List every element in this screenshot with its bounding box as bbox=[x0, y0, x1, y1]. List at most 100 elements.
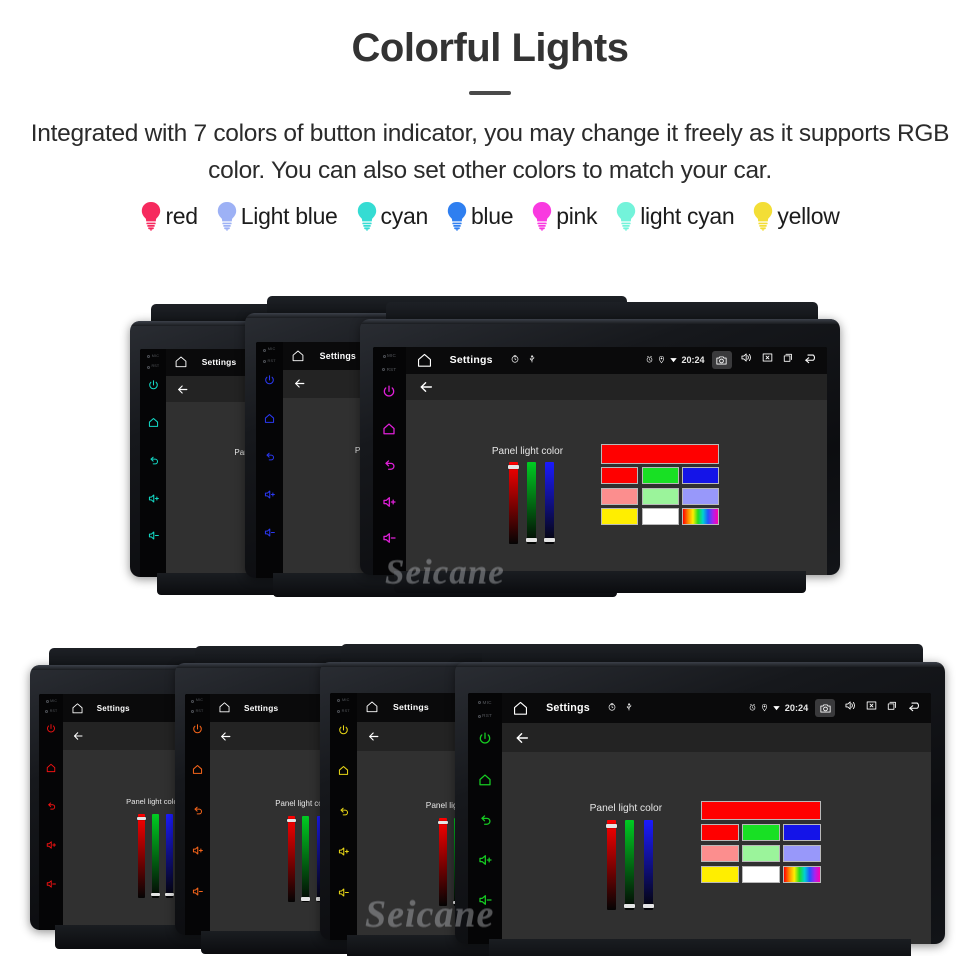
statusbar-recents-icon[interactable] bbox=[886, 699, 899, 717]
green-slider-knob[interactable] bbox=[624, 903, 636, 909]
rail-volume-down-icon[interactable] bbox=[263, 526, 276, 539]
statusbar-home-icon[interactable] bbox=[174, 355, 188, 369]
statusbar-camera-icon[interactable] bbox=[815, 699, 836, 718]
statusbar-home-icon[interactable] bbox=[71, 702, 84, 715]
rail-back-icon[interactable] bbox=[263, 450, 276, 463]
rail-volume-up-icon[interactable] bbox=[191, 844, 204, 857]
blue-slider[interactable] bbox=[543, 462, 555, 544]
red-slider[interactable] bbox=[137, 813, 147, 898]
rail-volume-up-icon[interactable] bbox=[337, 845, 350, 858]
swatch-green[interactable] bbox=[742, 823, 781, 842]
rail-back-icon[interactable] bbox=[477, 812, 493, 828]
statusbar-close-icon[interactable] bbox=[865, 699, 878, 717]
rail-back-icon[interactable] bbox=[147, 454, 160, 467]
rail-home-icon[interactable] bbox=[381, 421, 397, 437]
swatch-yellow[interactable] bbox=[701, 865, 740, 883]
rail-power-icon[interactable] bbox=[337, 724, 350, 737]
rail-back-icon[interactable] bbox=[45, 800, 57, 812]
rail-volume-down-icon[interactable] bbox=[337, 886, 350, 899]
statusbar-volume-icon[interactable] bbox=[844, 699, 857, 717]
green-slider[interactable] bbox=[624, 820, 636, 910]
red-slider[interactable] bbox=[287, 815, 297, 903]
swatch-blue[interactable] bbox=[681, 467, 719, 485]
rail-volume-up-icon[interactable] bbox=[477, 852, 493, 868]
swatch-green[interactable] bbox=[641, 467, 679, 485]
red-slider-knob[interactable] bbox=[605, 823, 617, 828]
rail-volume-up-icon[interactable] bbox=[381, 494, 397, 510]
blue-slider[interactable] bbox=[164, 813, 174, 898]
swatch-white[interactable] bbox=[742, 865, 781, 883]
statusbar-home-icon[interactable] bbox=[365, 700, 379, 714]
green-slider-knob[interactable] bbox=[151, 892, 160, 897]
red-slider-knob[interactable] bbox=[438, 820, 448, 825]
red-slider-knob[interactable] bbox=[507, 465, 519, 470]
back-button[interactable] bbox=[514, 723, 931, 752]
swatch-red[interactable] bbox=[701, 823, 740, 842]
statusbar-home-icon[interactable] bbox=[512, 700, 529, 717]
rail-home-icon[interactable] bbox=[477, 772, 493, 788]
statusbar-back-icon[interactable] bbox=[907, 698, 923, 719]
swatch-periwinkle[interactable] bbox=[681, 487, 719, 505]
statusbar-home-icon[interactable] bbox=[291, 349, 305, 363]
rail-back-icon[interactable] bbox=[337, 805, 350, 818]
green-slider[interactable] bbox=[525, 462, 537, 544]
rail-home-icon[interactable] bbox=[263, 412, 276, 425]
statusbar-back-icon[interactable] bbox=[803, 350, 819, 371]
swatch-salmon[interactable] bbox=[601, 487, 639, 505]
swatch-rainbow[interactable] bbox=[783, 865, 822, 883]
rail-volume-down-icon[interactable] bbox=[381, 530, 397, 546]
rail-back-icon[interactable] bbox=[381, 457, 397, 473]
rail-power-icon[interactable] bbox=[263, 374, 276, 387]
statusbar-home-icon[interactable] bbox=[416, 352, 433, 369]
rail-power-icon[interactable] bbox=[191, 723, 204, 736]
green-slider-knob[interactable] bbox=[525, 537, 537, 543]
swatch-lightgreen[interactable] bbox=[641, 487, 679, 505]
legend-label: cyan bbox=[380, 202, 429, 229]
rail-volume-down-icon[interactable] bbox=[45, 878, 57, 890]
rail-power-icon[interactable] bbox=[381, 384, 397, 400]
rail-home-icon[interactable] bbox=[191, 763, 204, 776]
rail-volume-up-icon[interactable] bbox=[263, 488, 276, 501]
rail-volume-down-icon[interactable] bbox=[477, 892, 493, 908]
statusbar-close-icon[interactable] bbox=[761, 351, 774, 369]
rail-power-icon[interactable] bbox=[477, 731, 493, 747]
swatch-yellow[interactable] bbox=[601, 508, 639, 526]
red-slider[interactable] bbox=[438, 817, 448, 906]
statusbar-home-icon[interactable] bbox=[218, 701, 231, 714]
rail-volume-down-icon[interactable] bbox=[147, 529, 160, 542]
device-mount-foot bbox=[393, 570, 807, 593]
swatch-red[interactable] bbox=[601, 467, 639, 485]
statusbar-recents-icon[interactable] bbox=[782, 351, 795, 369]
swatch-blue[interactable] bbox=[783, 823, 822, 842]
blue-slider-knob[interactable] bbox=[642, 903, 654, 909]
rail-home-icon[interactable] bbox=[45, 762, 57, 774]
green-slider[interactable] bbox=[151, 813, 160, 898]
rail-power-icon[interactable] bbox=[147, 379, 160, 392]
blue-slider-knob[interactable] bbox=[543, 537, 555, 543]
rail-home-icon[interactable] bbox=[147, 416, 160, 429]
swatch-lightgreen[interactable] bbox=[742, 844, 781, 863]
red-slider-knob[interactable] bbox=[287, 819, 297, 823]
back-button[interactable] bbox=[418, 374, 827, 401]
rail-volume-down-icon[interactable] bbox=[191, 885, 204, 898]
statusbar-camera-icon[interactable] bbox=[711, 351, 732, 370]
device-screen[interactable]: MIC RST Settings 20:24 Panel light color bbox=[468, 693, 932, 945]
swatch-salmon[interactable] bbox=[701, 844, 740, 863]
swatch-white[interactable] bbox=[641, 508, 679, 526]
rail-home-icon[interactable] bbox=[337, 764, 350, 777]
red-slider[interactable] bbox=[605, 820, 617, 910]
device-screen[interactable]: MIC RST Settings 20:24 Panel light color bbox=[372, 347, 827, 575]
red-slider-knob[interactable] bbox=[137, 816, 147, 820]
rail-volume-up-icon[interactable] bbox=[45, 839, 57, 851]
rail-power-icon[interactable] bbox=[45, 723, 57, 735]
rail-volume-up-icon[interactable] bbox=[147, 492, 160, 505]
statusbar-volume-icon[interactable] bbox=[740, 351, 753, 369]
swatch-periwinkle[interactable] bbox=[783, 844, 822, 863]
green-slider-knob[interactable] bbox=[301, 897, 311, 901]
green-slider[interactable] bbox=[301, 815, 311, 903]
blue-slider[interactable] bbox=[642, 820, 654, 910]
blue-slider-knob[interactable] bbox=[164, 892, 174, 897]
red-slider[interactable] bbox=[507, 462, 519, 544]
rail-back-icon[interactable] bbox=[191, 804, 204, 817]
swatch-rainbow[interactable] bbox=[681, 508, 719, 526]
